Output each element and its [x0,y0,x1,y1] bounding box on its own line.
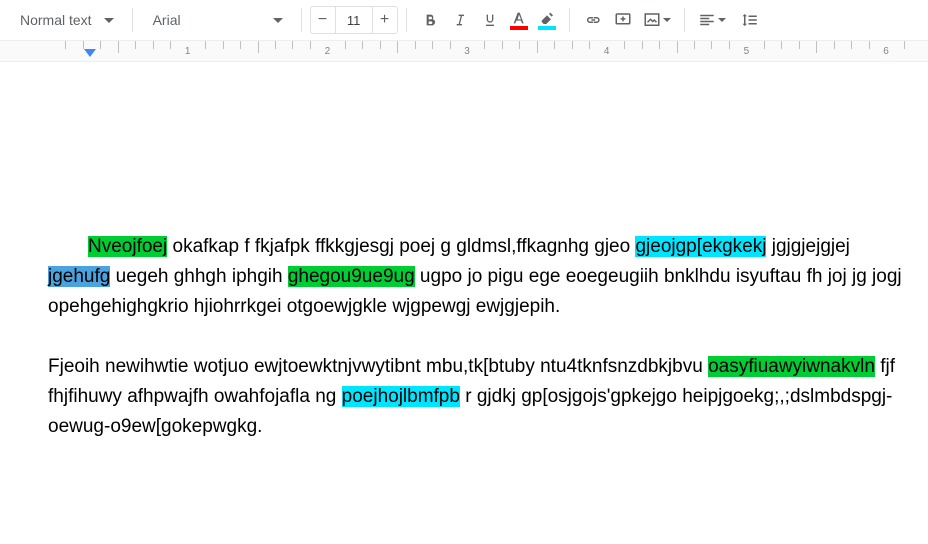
text-run[interactable]: oasyfiuawyiwnakvln [708,356,875,377]
text-color-button[interactable] [505,6,533,34]
separator [684,8,685,32]
document-body[interactable]: Nveojfoej okafkap f fkjafpk ffkkgjesgj p… [48,232,914,442]
separator [301,8,302,32]
underline-button[interactable] [475,5,505,35]
italic-icon [452,12,468,28]
chevron-down-icon [663,18,671,22]
image-icon [643,11,661,29]
chevron-down-icon [104,18,114,23]
ruler-label: 6 [883,46,889,57]
italic-button[interactable] [445,5,475,35]
text-run[interactable]: ghegou9ue9ug [288,266,415,287]
paragraph[interactable]: Nveojfoej okafkap f fkjafpk ffkkgjesgj p… [48,232,914,322]
highlight-color-button[interactable] [533,6,561,34]
paragraph-style-label: Normal text [20,12,92,28]
ruler-label: 1 [185,46,191,57]
page-canvas: Nveojfoej okafkap f fkjafpk ffkkgjesgj p… [0,62,928,442]
text-color-swatch [510,26,528,30]
ruler[interactable]: 1 2 3 4 5 6 [0,41,928,62]
highlight-color-swatch [538,26,556,30]
paragraph-style-select[interactable]: Normal text [8,6,124,34]
paragraph[interactable]: Fjeoih newihwtie wotjuo ewjtoewktnjvwyti… [48,352,914,442]
decrease-font-size-button[interactable]: − [311,7,335,33]
highlight-icon [539,11,555,25]
chevron-down-icon [718,18,726,22]
toolbar: Normal text Arial − 11 + [0,0,928,41]
ruler-label: 3 [464,46,470,57]
text-run[interactable]: uegeh ghhgh iphgih [110,266,288,287]
font-family-label: Arial [153,12,181,28]
line-spacing-button[interactable] [731,5,769,35]
text-run[interactable]: okafkap f fkjafpk ffkkgjesgj poej g gldm… [167,236,635,257]
align-left-icon [698,11,716,29]
text-run[interactable]: gjeojgp[ekgkekj [635,236,766,257]
link-icon [584,11,602,29]
text-color-icon [511,11,527,25]
text-run[interactable]: Fjeoih newihwtie wotjuo ewjtoewktnjvwyti… [48,356,708,377]
indent-marker[interactable] [84,49,96,57]
insert-link-button[interactable] [578,5,608,35]
text-run[interactable]: jgjgjejgjej [766,236,849,257]
align-button[interactable] [693,5,731,35]
bold-icon [422,12,438,28]
insert-image-button[interactable] [638,5,676,35]
comment-icon [614,11,632,29]
ruler-label: 2 [325,46,331,57]
ruler-label: 5 [744,46,750,57]
separator [406,8,407,32]
separator [132,8,133,32]
text-run[interactable]: poejhojlbmfpb [342,386,460,407]
text-run[interactable]: jgehufg [48,266,110,287]
paragraph-blank[interactable] [48,322,914,352]
chevron-down-icon [273,18,283,23]
separator [569,8,570,32]
underline-icon [482,12,498,28]
line-spacing-icon [741,11,759,29]
ruler-label: 4 [604,46,610,57]
increase-font-size-button[interactable]: + [373,7,397,33]
bold-button[interactable] [415,5,445,35]
text-run[interactable]: Nveojfoej [88,236,167,257]
insert-comment-button[interactable] [608,5,638,35]
font-size-value[interactable]: 11 [335,7,373,33]
font-family-select[interactable]: Arial [141,6,293,34]
font-size-stepper[interactable]: − 11 + [310,6,398,34]
